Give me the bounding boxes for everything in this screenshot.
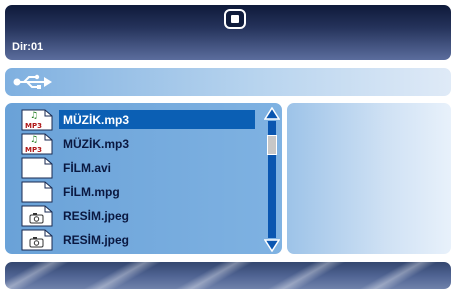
file-name: RESİM.jpeg — [63, 209, 130, 223]
svg-text:♫: ♫ — [30, 111, 38, 121]
bottom-bar — [3, 260, 453, 291]
svg-text:MP3: MP3 — [25, 146, 42, 154]
scroll-down-arrow-icon[interactable] — [264, 238, 280, 252]
source-bar[interactable] — [3, 66, 453, 98]
file-list-item[interactable]: ♫ MP3 MÜZİK.mp3 — [21, 109, 257, 131]
file-name: MÜZİK.mp3 — [63, 113, 129, 127]
preview-panel — [285, 101, 453, 256]
file-list-scrollbar[interactable] — [264, 107, 280, 252]
file-list-panel: ♫ MP3 MÜZİK.mp3 ♫ MP3 MÜZİK.mp3 FİLM.avi… — [3, 101, 284, 256]
mp3-file-icon: ♫ MP3 — [21, 133, 53, 155]
mp3-file-icon: ♫ MP3 — [21, 109, 53, 131]
camera-file-icon — [21, 229, 53, 251]
file-list-item[interactable]: RESİM.jpeg — [21, 229, 257, 251]
usb-icon — [13, 74, 52, 89]
camera-file-icon — [21, 205, 53, 227]
file-list-item[interactable]: FİLM.mpg — [21, 181, 257, 203]
scroll-up-arrow-icon[interactable] — [264, 107, 280, 121]
svg-text:♫: ♫ — [30, 135, 38, 145]
blank-file-icon — [21, 157, 53, 179]
file-list-item[interactable]: ♫ MP3 MÜZİK.mp3 — [21, 133, 257, 155]
scroll-thumb[interactable] — [267, 135, 277, 155]
blank-file-icon — [21, 181, 53, 203]
header-panel: Dir:01 — [3, 3, 453, 62]
file-list-item[interactable]: RESİM.jpeg — [21, 205, 257, 227]
file-name: MÜZİK.mp3 — [63, 137, 129, 151]
stop-button[interactable] — [224, 9, 246, 29]
file-list-item[interactable]: FİLM.avi — [21, 157, 257, 179]
directory-label: Dir:01 — [12, 41, 44, 53]
svg-text:MP3: MP3 — [25, 122, 42, 130]
file-name: FİLM.mpg — [63, 185, 120, 199]
file-name: FİLM.avi — [63, 161, 112, 175]
file-name: RESİM.jpeg — [63, 233, 130, 247]
stop-icon — [231, 15, 239, 23]
